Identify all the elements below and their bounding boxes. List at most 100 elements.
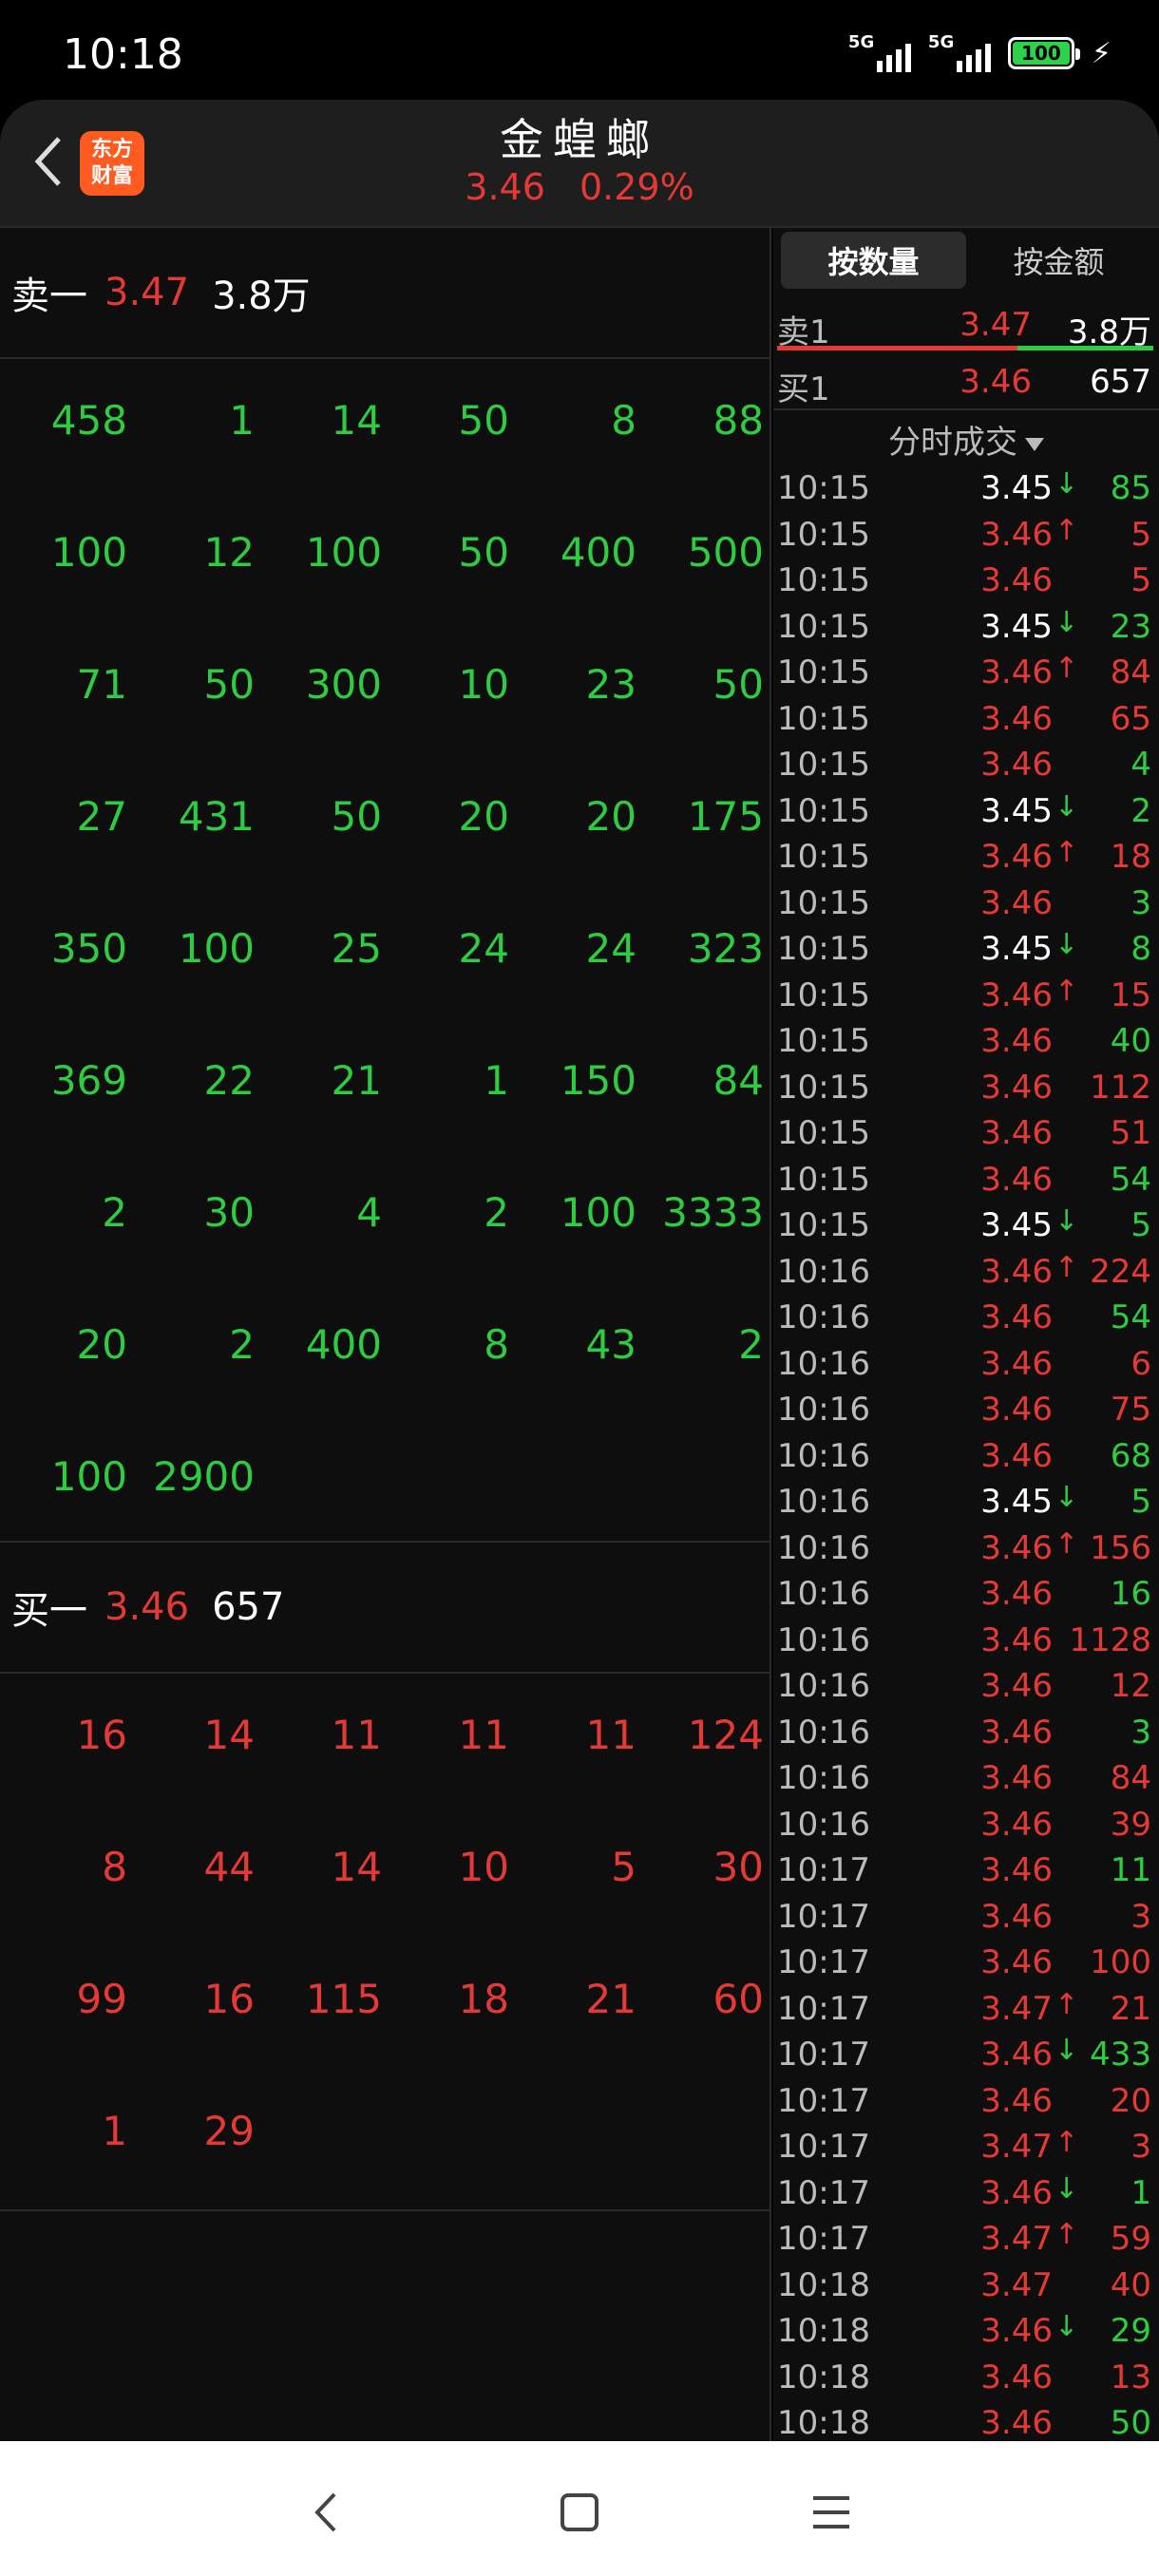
tick-price: 3.45 (980, 607, 1053, 646)
tick-price: 3.45 (980, 930, 1053, 968)
tick-row: 10:18 3.46 ↓ 29 (773, 2308, 1159, 2355)
arrow-down-icon: ↓ (1054, 467, 1079, 501)
tick-volume: 75 (1110, 1391, 1151, 1429)
sell-queue-cell: 24 (585, 925, 636, 972)
buy-queue-cell: 99 (76, 1976, 127, 2022)
tick-row: 10:18 3.46 50 (773, 2400, 1159, 2447)
arrow-up-icon: ↑ (1054, 513, 1079, 547)
arrow-down-icon: ↓ (1054, 928, 1079, 961)
stock-quote: 3.46 0.29% (0, 166, 1159, 208)
nav-back-button[interactable] (294, 2479, 361, 2546)
tick-time: 10:15 (777, 975, 870, 1014)
tick-time: 10:15 (777, 607, 870, 646)
tick-price: 3.46 (980, 1160, 1053, 1199)
tick-row: 10:15 3.46 51 (773, 1110, 1159, 1157)
sell-queue-cell: 50 (331, 793, 382, 840)
tick-time: 10:15 (777, 699, 870, 738)
tick-volume: 4 (1130, 746, 1151, 784)
buy-queue-cell: 14 (203, 1712, 255, 1758)
tick-row: 10:16 3.46 16 (773, 1571, 1159, 1618)
tick-row: 10:15 3.46 40 (773, 1018, 1159, 1065)
tick-time: 10:17 (777, 1897, 870, 1936)
tick-row: 10:16 3.46 ↑ 224 (773, 1249, 1159, 1296)
sell-queue-cell: 1 (229, 397, 255, 444)
tick-price: 3.45 (980, 1483, 1053, 1521)
tick-volume: 18 (1110, 838, 1151, 876)
tick-row: 10:15 3.46 54 (773, 1157, 1159, 1203)
sell-queue-cell: 2900 (153, 1453, 255, 1500)
tick-row: 10:15 3.45 ↓ 23 (773, 604, 1159, 651)
buy-queue-cell: 8 (102, 1844, 127, 1890)
trade-panel: 按数量 按金额 卖1 3.47 3.8万 买1 3.46 657 分时成交 10… (773, 228, 1159, 2442)
tick-volume: 50 (1110, 2404, 1151, 2442)
arrow-down-icon: ↓ (1054, 605, 1079, 639)
sell-queue-cell: 400 (305, 1321, 382, 1368)
status-bar: 10:18 5G 5G 100 ⚡ (0, 0, 1159, 104)
sell-queue-cell: 100 (50, 1453, 127, 1500)
tick-row: 10:16 3.46 3 (773, 1710, 1159, 1756)
tick-time: 10:15 (777, 930, 870, 968)
back-icon (314, 2492, 336, 2532)
arrow-up-icon: ↑ (1054, 2126, 1079, 2159)
nav-menu-button[interactable] (798, 2479, 864, 2546)
tick-time: 10:16 (777, 1759, 870, 1797)
tick-row: 10:15 3.45 ↓ 5 (773, 1203, 1159, 1249)
tick-row: 10:17 3.46 ↓ 1 (773, 2170, 1159, 2217)
tick-row: 10:16 3.46 84 (773, 1755, 1159, 1802)
tick-price: 3.46 (980, 1713, 1053, 1752)
tick-row: 10:15 3.46 5 (773, 558, 1159, 604)
tick-time: 10:15 (777, 1206, 870, 1244)
buy-queue-cell: 11 (458, 1712, 509, 1758)
tick-volume: 40 (1110, 2265, 1151, 2304)
tick-row: 10:16 3.46 6 (773, 1341, 1159, 1388)
buy-queue-cell: 115 (305, 1976, 382, 2022)
tick-volume: 40 (1110, 1022, 1151, 1060)
tick-volume: 29 (1110, 2312, 1151, 2350)
tick-row: 10:17 3.46 20 (773, 2078, 1159, 2125)
sell-queue-cell: 25 (331, 925, 382, 972)
stock-name: 金蝗螂 (500, 114, 659, 165)
tab-by-amount[interactable]: 按金额 (966, 232, 1151, 289)
mode-tabs: 按数量 按金额 (781, 232, 1151, 289)
sell-queue-cell: 100 (305, 529, 382, 576)
tick-price: 3.47 (980, 1989, 1053, 2028)
tick-time: 10:15 (777, 883, 870, 922)
buy-queue-cell: 14 (331, 1844, 382, 1890)
buy-queue-cell: 44 (203, 1844, 255, 1890)
tick-volume: 21 (1110, 1989, 1151, 2028)
sell-queue-cell: 43 (585, 1321, 636, 1368)
tick-price: 3.46 (980, 2081, 1053, 2120)
tick-time: 10:15 (777, 653, 870, 691)
nav-home-button[interactable] (546, 2479, 613, 2546)
sell-queue-cell: 20 (76, 1321, 127, 1368)
arrow-down-icon: ↓ (1054, 2034, 1079, 2067)
tick-volume: 3 (1130, 2128, 1151, 2166)
tick-volume: 59 (1110, 2220, 1151, 2258)
tick-price: 3.46 (980, 1391, 1053, 1429)
buy-queue-cell: 5 (611, 1844, 636, 1890)
tick-row: 10:18 3.47 40 (773, 2263, 1159, 2309)
tick-volume: 112 (1090, 1068, 1151, 1107)
tick-time: 10:16 (777, 1620, 870, 1659)
tick-list[interactable]: 10:15 3.45 ↓ 85 10:15 3.46 ↑ 5 10:15 3.46 5 10:15 3.… (773, 465, 1159, 2447)
stock-change: 0.29% (579, 166, 694, 208)
battery-icon: 100 (1007, 37, 1080, 69)
ticks-dropdown[interactable]: 分时成交 (773, 416, 1159, 463)
bid-ask-ratio-bar (777, 346, 1153, 350)
tick-time: 10:18 (777, 2312, 870, 2350)
buy-queue-cell: 1 (102, 2108, 127, 2154)
tick-row: 10:16 3.46 12 (773, 1663, 1159, 1710)
tab-by-quantity[interactable]: 按数量 (781, 232, 966, 289)
tick-time: 10:18 (777, 2265, 870, 2304)
tick-price: 3.46 (980, 699, 1053, 738)
status-time: 10:18 (63, 30, 183, 79)
tick-row: 10:17 3.46 100 (773, 1940, 1159, 1986)
tick-row: 10:15 3.46 4 (773, 742, 1159, 788)
sell-queue-cell: 458 (50, 397, 127, 444)
tick-price: 3.46 (980, 975, 1053, 1014)
tick-volume: 100 (1090, 1943, 1151, 1981)
sell-queue-cell: 21 (331, 1057, 382, 1104)
buy-queue-cell: 16 (203, 1976, 255, 2022)
tick-time: 10:17 (777, 2128, 870, 2166)
tick-time: 10:15 (777, 1022, 870, 1060)
